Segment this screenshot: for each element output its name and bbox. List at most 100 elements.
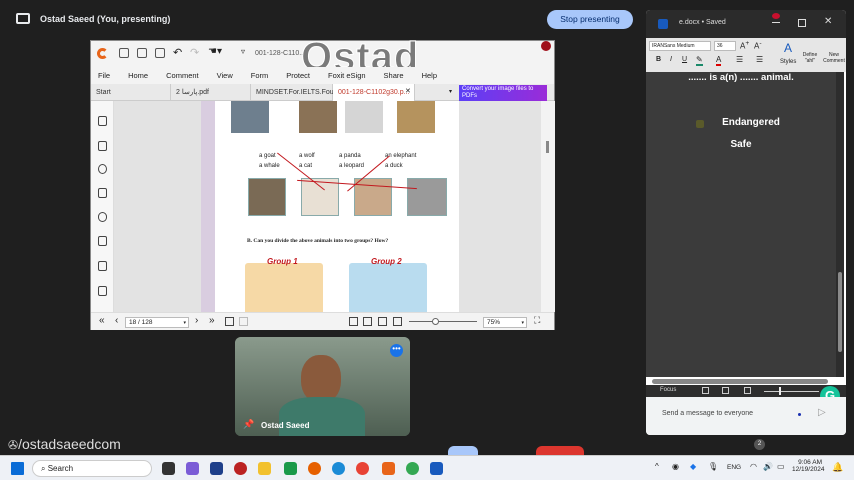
- tray-drive-icon[interactable]: ◆: [690, 462, 696, 471]
- leave-call-button[interactable]: [536, 446, 584, 455]
- focus-button[interactable]: Focus: [660, 387, 676, 393]
- close-icon[interactable]: ✕: [824, 16, 832, 27]
- web-layout-icon[interactable]: [744, 387, 751, 394]
- chrome-icon[interactable]: [356, 462, 369, 475]
- language-indicator[interactable]: ENG: [727, 464, 741, 471]
- tab-mindset-ielts[interactable]: MINDSET.For.IELTS.Fou...: [251, 84, 340, 101]
- tab-start[interactable]: Start: [91, 84, 171, 101]
- wifi-icon[interactable]: ◠: [750, 462, 757, 471]
- battery-icon[interactable]: ▭: [777, 462, 785, 471]
- tray-app-icon[interactable]: ◉: [672, 462, 679, 471]
- word-taskbar-icon[interactable]: [430, 462, 443, 475]
- show-hidden-icons-chevron[interactable]: ^: [655, 462, 659, 471]
- grow-font-icon[interactable]: A+: [740, 40, 749, 51]
- menu-comment[interactable]: Comment: [157, 67, 208, 84]
- word-document-area[interactable]: ....... is a(n) ....... animal. Endanger…: [646, 72, 836, 377]
- volume-icon[interactable]: 🔊: [763, 462, 773, 471]
- foxit-taskbar-icon[interactable]: [382, 462, 395, 475]
- hand-tool-icon[interactable]: ☚▾: [208, 46, 222, 57]
- microphone-icon[interactable]: 🎙: [708, 462, 718, 471]
- save-icon[interactable]: [155, 48, 165, 58]
- numbering-icon[interactable]: ☰: [756, 55, 763, 64]
- tab-active-document[interactable]: 001-128-C1102g30.p...: [333, 84, 415, 101]
- zoom-slider[interactable]: [764, 391, 819, 392]
- menu-help[interactable]: Help: [413, 67, 446, 84]
- close-tab-icon[interactable]: ✕: [405, 87, 411, 95]
- facing-icon[interactable]: [378, 317, 387, 326]
- pages-icon[interactable]: [98, 141, 107, 151]
- read-mode-icon[interactable]: [702, 387, 709, 394]
- last-page-icon[interactable]: »: [209, 315, 215, 326]
- word-horizontal-scrollbar[interactable]: [652, 379, 828, 384]
- meet-icon[interactable]: [284, 462, 297, 475]
- print-layout-icon[interactable]: [722, 387, 729, 394]
- new-comment-button[interactable]: New Comment: [822, 52, 846, 64]
- font-name-field[interactable]: IRANSans Medium: [649, 41, 711, 51]
- highlight-icon[interactable]: ✎: [696, 55, 703, 66]
- menu-view[interactable]: View: [208, 67, 242, 84]
- comments-icon[interactable]: [98, 164, 107, 174]
- styles-icon[interactable]: A: [784, 41, 792, 55]
- stop-presenting-button[interactable]: Stop presenting: [547, 10, 633, 29]
- menu-foxit-esign[interactable]: Foxit eSign: [319, 67, 375, 84]
- first-page-icon[interactable]: «: [99, 315, 105, 326]
- menu-form[interactable]: Form: [242, 67, 278, 84]
- scroll-thumb[interactable]: [838, 272, 842, 352]
- copilot-icon[interactable]: [186, 462, 199, 475]
- layers-icon[interactable]: [98, 188, 107, 198]
- present-control-button[interactable]: [448, 446, 478, 455]
- font-color-icon[interactable]: A: [716, 55, 722, 66]
- cover-facing-icon[interactable]: [393, 317, 402, 326]
- clock[interactable]: 9:06 AM 12/19/2024: [792, 459, 825, 473]
- store-icon[interactable]: [210, 462, 223, 475]
- single-page-icon[interactable]: [349, 317, 358, 326]
- firefox-icon[interactable]: [308, 462, 321, 475]
- menu-file[interactable]: File: [91, 67, 119, 84]
- define-button[interactable]: Define "ahl": [800, 52, 820, 64]
- minimize-icon[interactable]: [772, 22, 780, 23]
- document-icon[interactable]: [98, 286, 107, 296]
- previous-view-icon[interactable]: [225, 317, 234, 326]
- tab-parsa-pdf[interactable]: 2 پارسا.pdf: [171, 84, 251, 101]
- customize-chevron-icon[interactable]: ▿: [241, 47, 245, 56]
- menu-home[interactable]: Home: [119, 67, 157, 84]
- word-vertical-scrollbar[interactable]: [836, 72, 844, 377]
- zoom-slider[interactable]: [409, 321, 477, 322]
- signature-icon[interactable]: [98, 261, 107, 271]
- bullets-icon[interactable]: ☰: [736, 55, 743, 64]
- pin-icon[interactable]: 📌: [243, 419, 254, 430]
- chrome-profile-icon[interactable]: [406, 462, 419, 475]
- send-icon[interactable]: ▷: [818, 407, 826, 418]
- next-view-icon[interactable]: [239, 317, 248, 326]
- taskbar-search[interactable]: ⌕ Search: [32, 460, 152, 477]
- pdf-vertical-scrollbar[interactable]: [541, 101, 555, 312]
- styles-button[interactable]: Styles: [780, 59, 796, 65]
- zoom-field[interactable]: 75% ▾: [483, 317, 527, 328]
- continuous-icon[interactable]: [363, 317, 372, 326]
- redo-icon[interactable]: ↷: [190, 46, 199, 59]
- next-page-icon[interactable]: ›: [195, 315, 198, 326]
- print-icon[interactable]: [137, 48, 147, 58]
- previous-page-icon[interactable]: ‹: [115, 315, 118, 326]
- attachment-icon[interactable]: [98, 212, 107, 222]
- page-number-field[interactable]: 18 / 128 ▾: [125, 317, 189, 328]
- notification-bell-icon[interactable]: 🔔: [832, 462, 843, 473]
- bookmark-icon[interactable]: [98, 116, 107, 126]
- task-view-icon[interactable]: [162, 462, 175, 475]
- word-doc-title[interactable]: e.docx • Saved: [679, 19, 726, 26]
- convert-banner[interactable]: Convert your image files to PDFs: [459, 85, 547, 101]
- start-icon[interactable]: [11, 462, 24, 475]
- menu-share[interactable]: Share: [375, 67, 413, 84]
- menu-protect[interactable]: Protect: [277, 67, 319, 84]
- zoom-slider-thumb[interactable]: [779, 387, 781, 395]
- lock-icon[interactable]: [98, 236, 107, 246]
- scroll-thumb[interactable]: [546, 141, 549, 153]
- open-icon[interactable]: [119, 48, 129, 58]
- font-size-field[interactable]: 36: [714, 41, 736, 51]
- edge-icon[interactable]: [332, 462, 345, 475]
- recorder-icon[interactable]: [234, 462, 247, 475]
- more-options-icon[interactable]: •••: [390, 344, 403, 357]
- tab-list-chevron-icon[interactable]: ▾: [449, 88, 452, 95]
- file-explorer-icon[interactable]: [258, 462, 271, 475]
- undo-icon[interactable]: ↶: [173, 46, 182, 59]
